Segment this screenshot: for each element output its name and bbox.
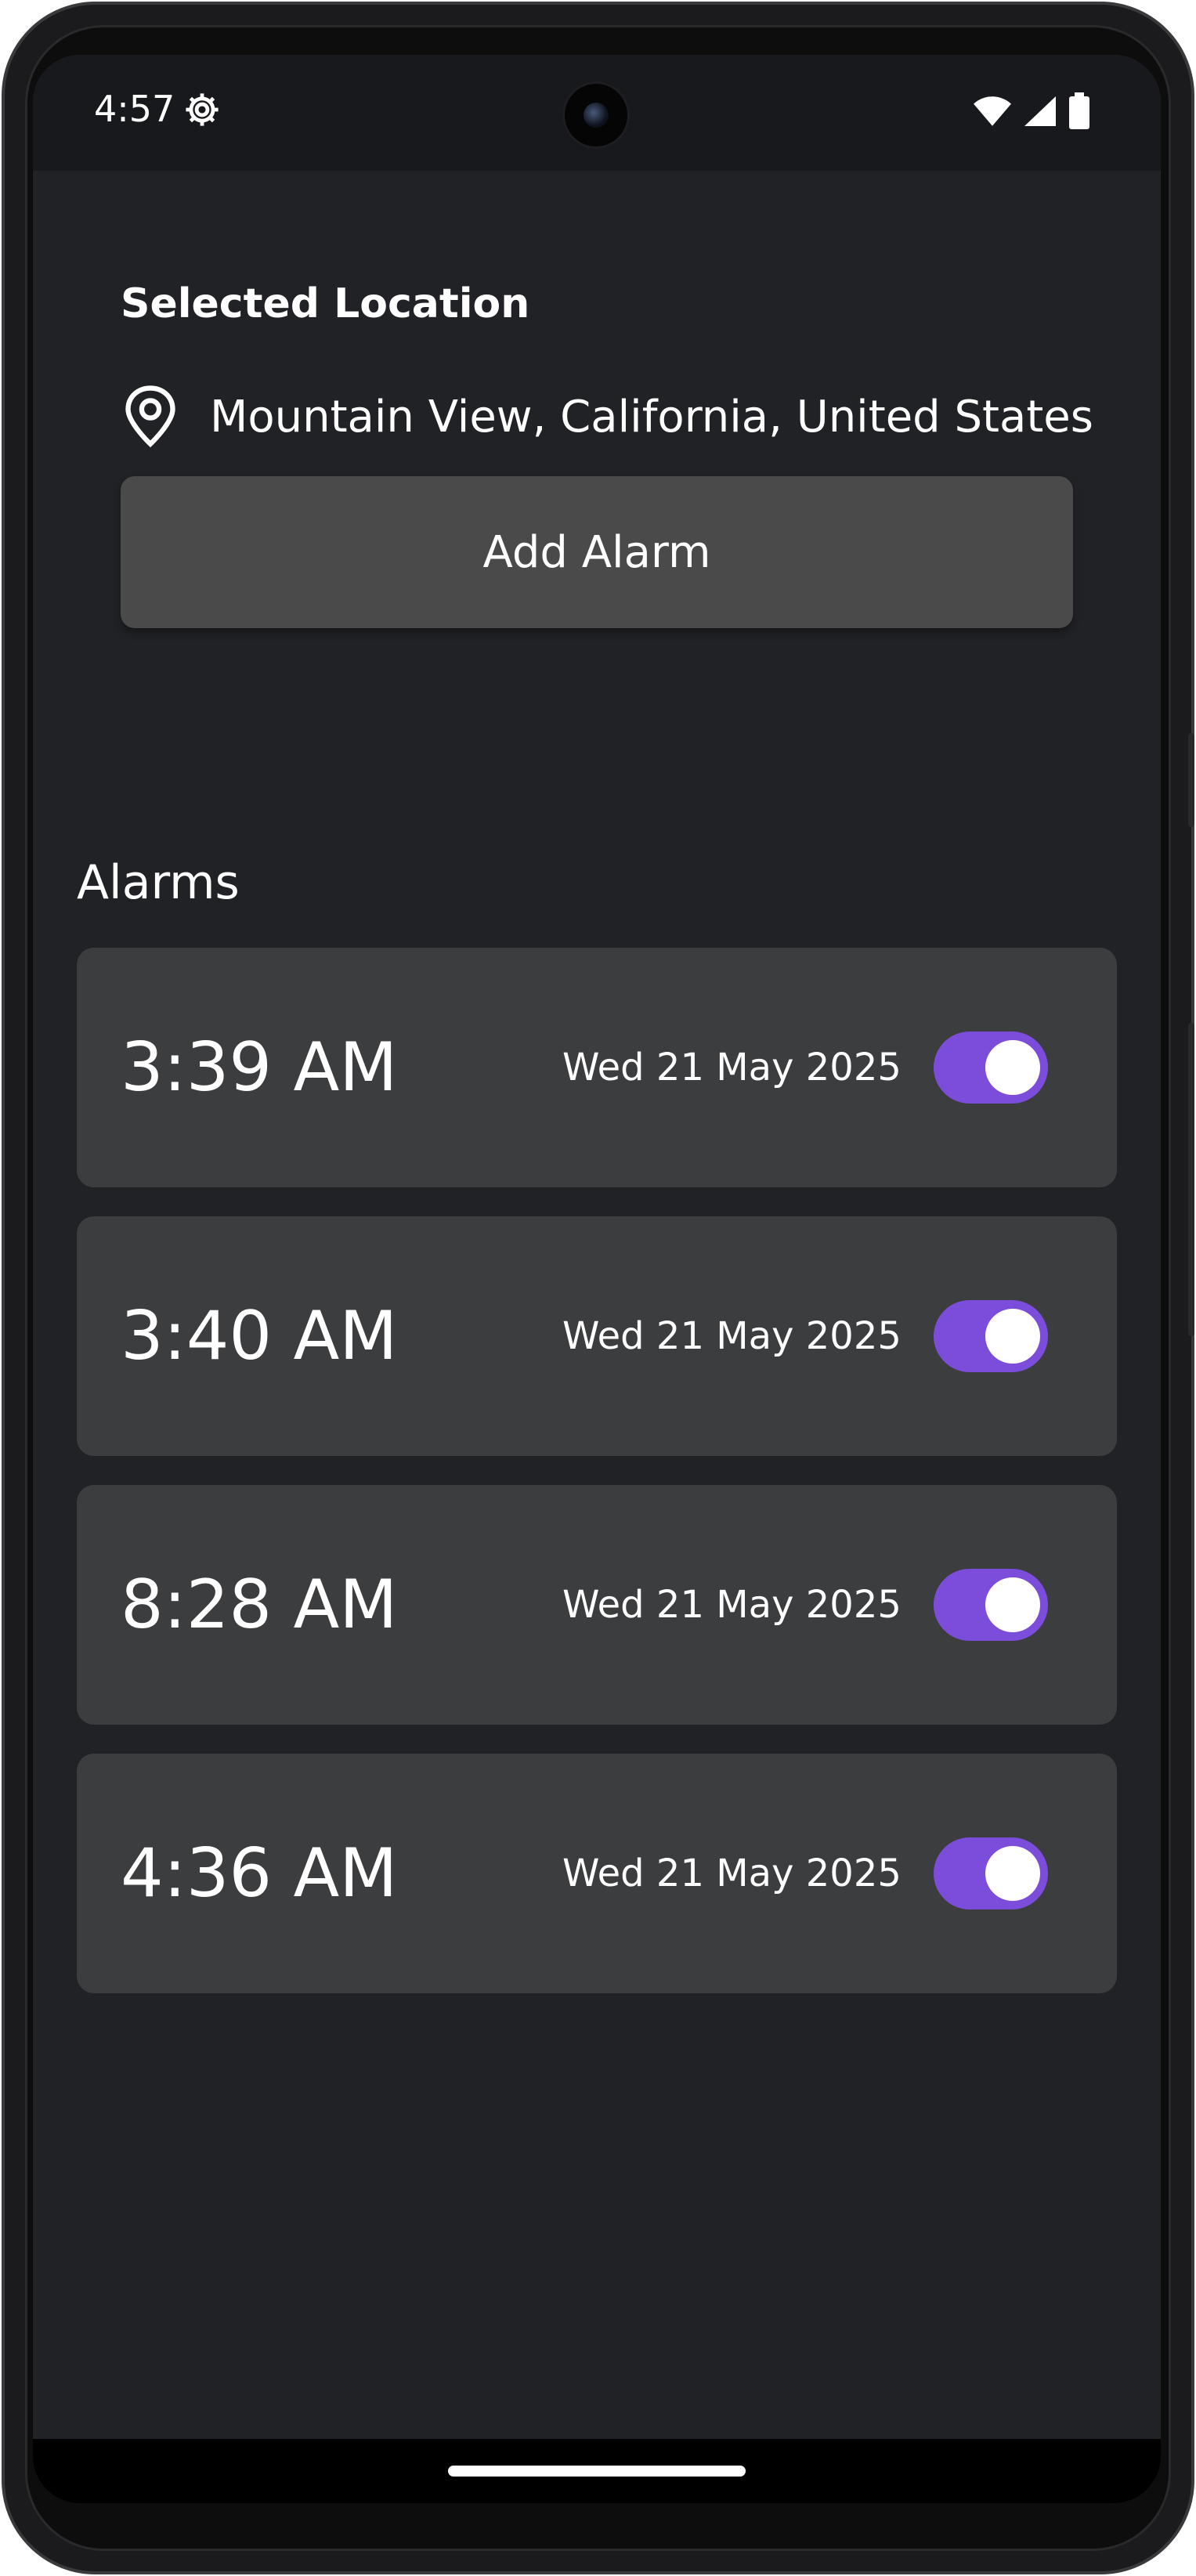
alarm-toggle[interactable] [934, 1837, 1048, 1909]
add-alarm-button[interactable]: Add Alarm [121, 476, 1073, 628]
screen: 4:57 Selected Location Mountain View, Ca… [33, 55, 1161, 2503]
location-row: Mountain View, California, United States [121, 384, 1093, 450]
gear-icon [186, 93, 219, 126]
battery-icon [1069, 92, 1089, 129]
toggle-knob [985, 1309, 1040, 1364]
power-button [1188, 1023, 1194, 1336]
signal-icon [1024, 96, 1056, 126]
navigation-bar [33, 2439, 1161, 2503]
status-time: 4:57 [94, 88, 175, 130]
alarm-card[interactable]: 3:40 AM Wed 21 May 2025 [77, 1216, 1117, 1456]
alarm-time: 3:40 AM [121, 1297, 398, 1375]
alarm-time: 4:36 AM [121, 1834, 398, 1913]
alarms-heading: Alarms [77, 855, 240, 910]
alarm-date: Wed 21 May 2025 [562, 1583, 902, 1627]
location-pin-icon [125, 385, 175, 448]
camera-lens [584, 103, 609, 128]
alarm-card[interactable]: 3:39 AM Wed 21 May 2025 [77, 948, 1117, 1187]
toggle-knob [985, 1040, 1040, 1095]
alarm-toggle[interactable] [934, 1300, 1048, 1372]
status-icons [973, 92, 1090, 130]
wifi-icon [974, 96, 1011, 126]
alarm-date: Wed 21 May 2025 [562, 1852, 902, 1895]
alarm-card[interactable]: 4:36 AM Wed 21 May 2025 [77, 1754, 1117, 1993]
alarm-card[interactable]: 8:28 AM Wed 21 May 2025 [77, 1485, 1117, 1725]
front-camera [562, 81, 630, 149]
location-value: Mountain View, California, United States [210, 391, 1093, 443]
toggle-knob [985, 1577, 1040, 1632]
alarm-toggle[interactable] [934, 1031, 1048, 1104]
selected-location-title: Selected Location [121, 280, 530, 327]
alarm-date: Wed 21 May 2025 [562, 1046, 902, 1089]
alarm-time: 8:28 AM [121, 1566, 398, 1644]
alarm-time: 3:39 AM [121, 1028, 398, 1107]
toggle-knob [985, 1846, 1040, 1901]
alarm-date: Wed 21 May 2025 [562, 1314, 902, 1358]
home-indicator[interactable] [448, 2466, 746, 2477]
alarm-toggle[interactable] [934, 1569, 1048, 1641]
volume-button [1188, 733, 1194, 827]
status-bar: 4:57 [33, 55, 1161, 171]
